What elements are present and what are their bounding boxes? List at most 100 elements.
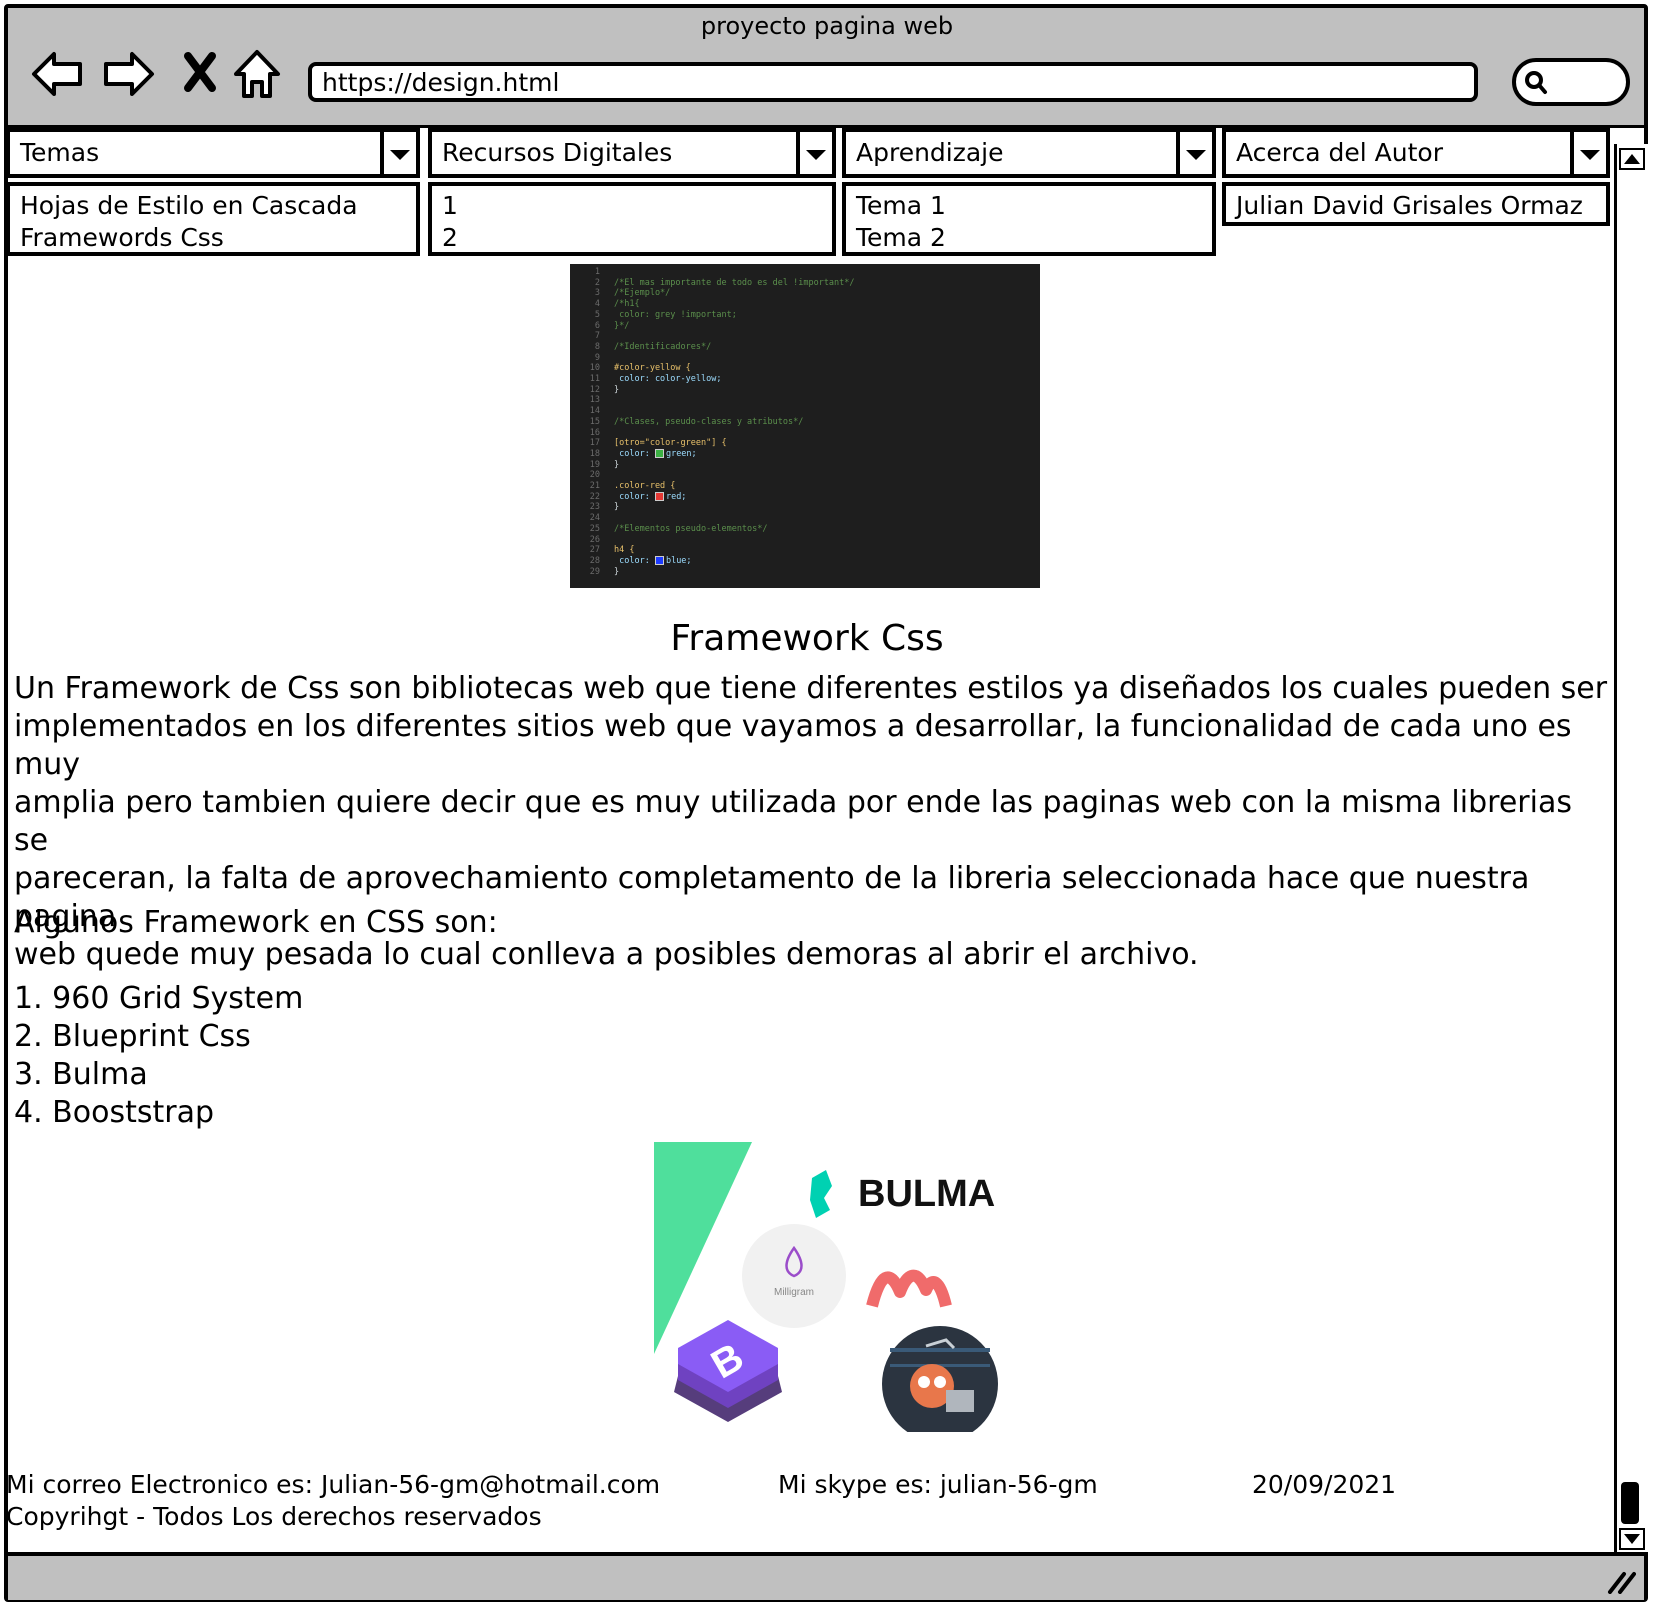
menu-list-temas: Hojas de Estilo en Cascada Framewords Cs…: [6, 182, 420, 256]
paragraph-line: implementados en los diferentes sitios w…: [14, 709, 1572, 782]
menu-list-autor: Julian David Grisales Ormaz: [1222, 182, 1610, 226]
framework-list-item: 1. 960 Grid System: [14, 981, 304, 1016]
code-line-number: 14: [589, 406, 600, 417]
code-line-number: 5: [594, 309, 600, 320]
code-text: /*Clases, pseudo-clases y atributos*/: [614, 416, 804, 427]
back-arrow-icon[interactable]: [30, 46, 86, 102]
code-line-number: 23: [589, 502, 600, 513]
code-line: 18 color: green;: [570, 448, 1040, 460]
framework-list-item: 3. Bulma: [14, 1057, 148, 1092]
list-item[interactable]: Julian David Grisales Ormaz: [1236, 190, 1596, 222]
code-line-number: 26: [589, 534, 600, 545]
search-box[interactable]: [1512, 58, 1630, 106]
list-intro: Algunos Framework en CSS son:: [14, 905, 498, 940]
code-line-number: 29: [589, 566, 600, 577]
scroll-down-icon[interactable]: [1619, 1528, 1645, 1550]
chevron-down-icon[interactable]: [1176, 132, 1212, 174]
code-line: 28 color: blue;: [570, 555, 1040, 567]
code-text: }: [614, 459, 620, 470]
code-line-number: 12: [589, 384, 600, 395]
code-line-number: 18: [589, 448, 600, 459]
code-line: 4 /*h1{: [570, 299, 1040, 310]
code-text: }: [614, 566, 620, 577]
code-text: }: [614, 502, 620, 513]
code-line-number: 25: [589, 523, 600, 534]
code-line-number: 16: [589, 427, 600, 438]
code-line-number: 1: [594, 267, 600, 277]
list-item[interactable]: Tema 2: [856, 222, 1202, 254]
code-line: 13: [570, 395, 1040, 406]
chevron-down-icon[interactable]: [796, 132, 832, 174]
vertical-scrollbar[interactable]: [1614, 144, 1648, 1552]
list-item[interactable]: Framewords Css: [20, 222, 406, 254]
bootstrap-logo-icon: B: [674, 1320, 782, 1422]
scroll-up-icon[interactable]: [1619, 148, 1645, 170]
bulma-green-shape: [654, 1142, 752, 1354]
address-bar[interactable]: https://design.html: [308, 62, 1478, 102]
milligram-logo-text: Milligram: [774, 1287, 814, 1298]
code-line-number: 17: [589, 438, 600, 449]
code-line-number: 10: [589, 363, 600, 374]
menu-aprendizaje[interactable]: Aprendizaje: [842, 128, 1216, 178]
code-text: /*Elementos pseudo-elementos*/: [614, 523, 768, 534]
code-text: h4 {: [614, 545, 635, 556]
code-line: 17 [otro="color-green"] {: [570, 438, 1040, 449]
footer-date: 20/09/2021: [1252, 1470, 1397, 1499]
code-line-number: 7: [594, 331, 600, 342]
url-text: https://design.html: [322, 68, 560, 97]
code-line: 12}: [570, 385, 1040, 396]
forward-arrow-icon[interactable]: [100, 46, 156, 102]
code-line: 29}: [570, 567, 1040, 578]
menu-label: Acerca del Autor: [1236, 138, 1443, 167]
code-line-number: 15: [589, 416, 600, 427]
code-line: 6}*/: [570, 321, 1040, 332]
status-bar: [8, 1552, 1644, 1600]
list-item[interactable]: Tema 1: [856, 190, 1202, 222]
menu-list-aprendizaje: Tema 1 Tema 2: [842, 182, 1216, 256]
menu-list-recursos: 1 2: [428, 182, 836, 256]
css-frameworks-logos: BULMA Milligram B: [654, 1142, 998, 1432]
code-line-number: 24: [589, 513, 600, 524]
list-item[interactable]: Hojas de Estilo en Cascada: [20, 190, 406, 222]
code-text: /*h1{: [614, 299, 640, 310]
resize-grip-icon[interactable]: [1606, 1568, 1636, 1594]
code-line-number: 13: [589, 395, 600, 406]
paragraph-line: Un Framework de Css son bibliotecas web …: [14, 671, 1608, 706]
code-line-number: 6: [594, 320, 600, 331]
footer-copyright: Copyrihgt - Todos Los derechos reservado…: [6, 1502, 542, 1531]
code-text: #color-yellow {: [614, 363, 691, 374]
css-code-image: 1 2 /*El mas importante de todo es del !im…: [570, 264, 1040, 588]
code-line-number: 2: [594, 277, 600, 288]
code-line: 25 /*Elementos pseudo-elementos*/: [570, 524, 1040, 535]
menu-temas[interactable]: Temas: [6, 128, 420, 178]
chevron-down-icon[interactable]: [380, 132, 416, 174]
menu-label: Aprendizaje: [856, 138, 1004, 167]
code-text: color: grey !important;: [614, 309, 737, 320]
list-item[interactable]: 2: [442, 222, 822, 254]
code-text: /*Identificadores*/: [614, 341, 712, 352]
menu-label: Recursos Digitales: [442, 138, 673, 167]
code-line-number: 22: [589, 491, 600, 502]
home-icon[interactable]: [232, 46, 282, 102]
menu-recursos-digitales[interactable]: Recursos Digitales: [428, 128, 836, 178]
code-line: 1: [570, 267, 1040, 278]
chevron-down-icon[interactable]: [1570, 132, 1606, 174]
color-swatch-icon: [654, 555, 664, 565]
code-text: }: [614, 384, 620, 395]
list-item[interactable]: 1: [442, 190, 822, 222]
code-line-number: 9: [594, 352, 600, 363]
bulma-logo-icon: [810, 1170, 832, 1218]
code-text: color: color-yellow;: [614, 374, 722, 385]
color-swatch-icon: [654, 448, 664, 458]
code-line-number: 3: [594, 288, 600, 299]
code-line: 8 /*Identificadores*/: [570, 342, 1040, 353]
code-line-number: 11: [589, 374, 600, 385]
code-line: 23}: [570, 502, 1040, 513]
code-text: /*El mas importante de todo es del !impo…: [614, 277, 855, 288]
close-x-icon[interactable]: [180, 46, 220, 102]
search-icon[interactable]: [1524, 70, 1548, 96]
menu-acerca-del-autor[interactable]: Acerca del Autor: [1222, 128, 1610, 178]
scroll-thumb[interactable]: [1621, 1482, 1639, 1524]
code-line: 7: [570, 331, 1040, 342]
code-text: .color-red {: [614, 481, 676, 492]
